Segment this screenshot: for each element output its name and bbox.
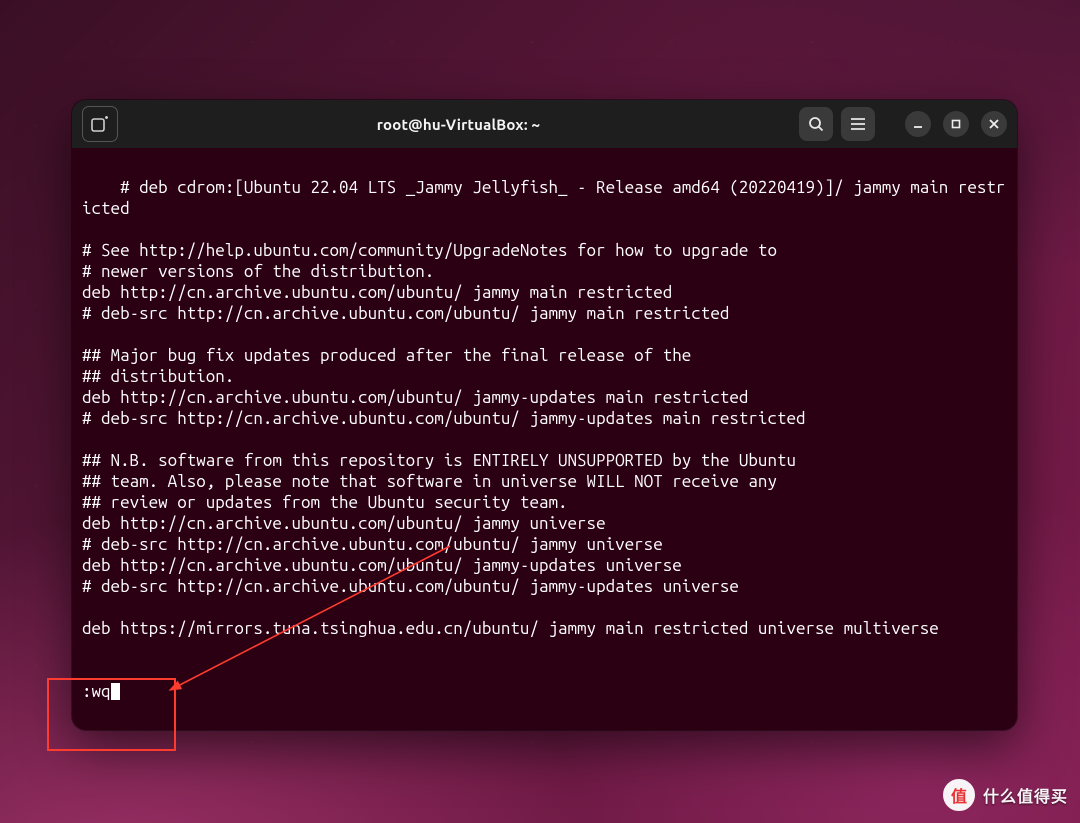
new-tab-button[interactable] — [82, 106, 118, 142]
minimize-button[interactable] — [905, 111, 931, 137]
hamburger-menu-button[interactable] — [841, 107, 875, 141]
terminal-text: # deb cdrom:[Ubuntu 22.04 LTS _Jammy Jel… — [82, 178, 1005, 638]
window-title: root@hu-VirtualBox: ~ — [126, 116, 791, 133]
search-button[interactable] — [799, 107, 833, 141]
vim-command-text: :wq — [82, 681, 111, 702]
cursor-icon — [111, 683, 120, 700]
maximize-button[interactable] — [943, 111, 969, 137]
terminal-window[interactable]: root@hu-VirtualBox: ~ # deb cdrom:[Ubun — [72, 100, 1017, 730]
watermark-badge-icon: 值 — [943, 779, 975, 811]
window-controls — [905, 111, 1007, 137]
watermark: 值 什么值得买 — [943, 779, 1068, 811]
watermark-text: 什么值得买 — [983, 783, 1068, 807]
vim-command-line: :wq — [82, 681, 1007, 702]
terminal-output[interactable]: # deb cdrom:[Ubuntu 22.04 LTS _Jammy Jel… — [72, 148, 1017, 730]
window-titlebar[interactable]: root@hu-VirtualBox: ~ — [72, 100, 1017, 148]
close-button[interactable] — [981, 111, 1007, 137]
